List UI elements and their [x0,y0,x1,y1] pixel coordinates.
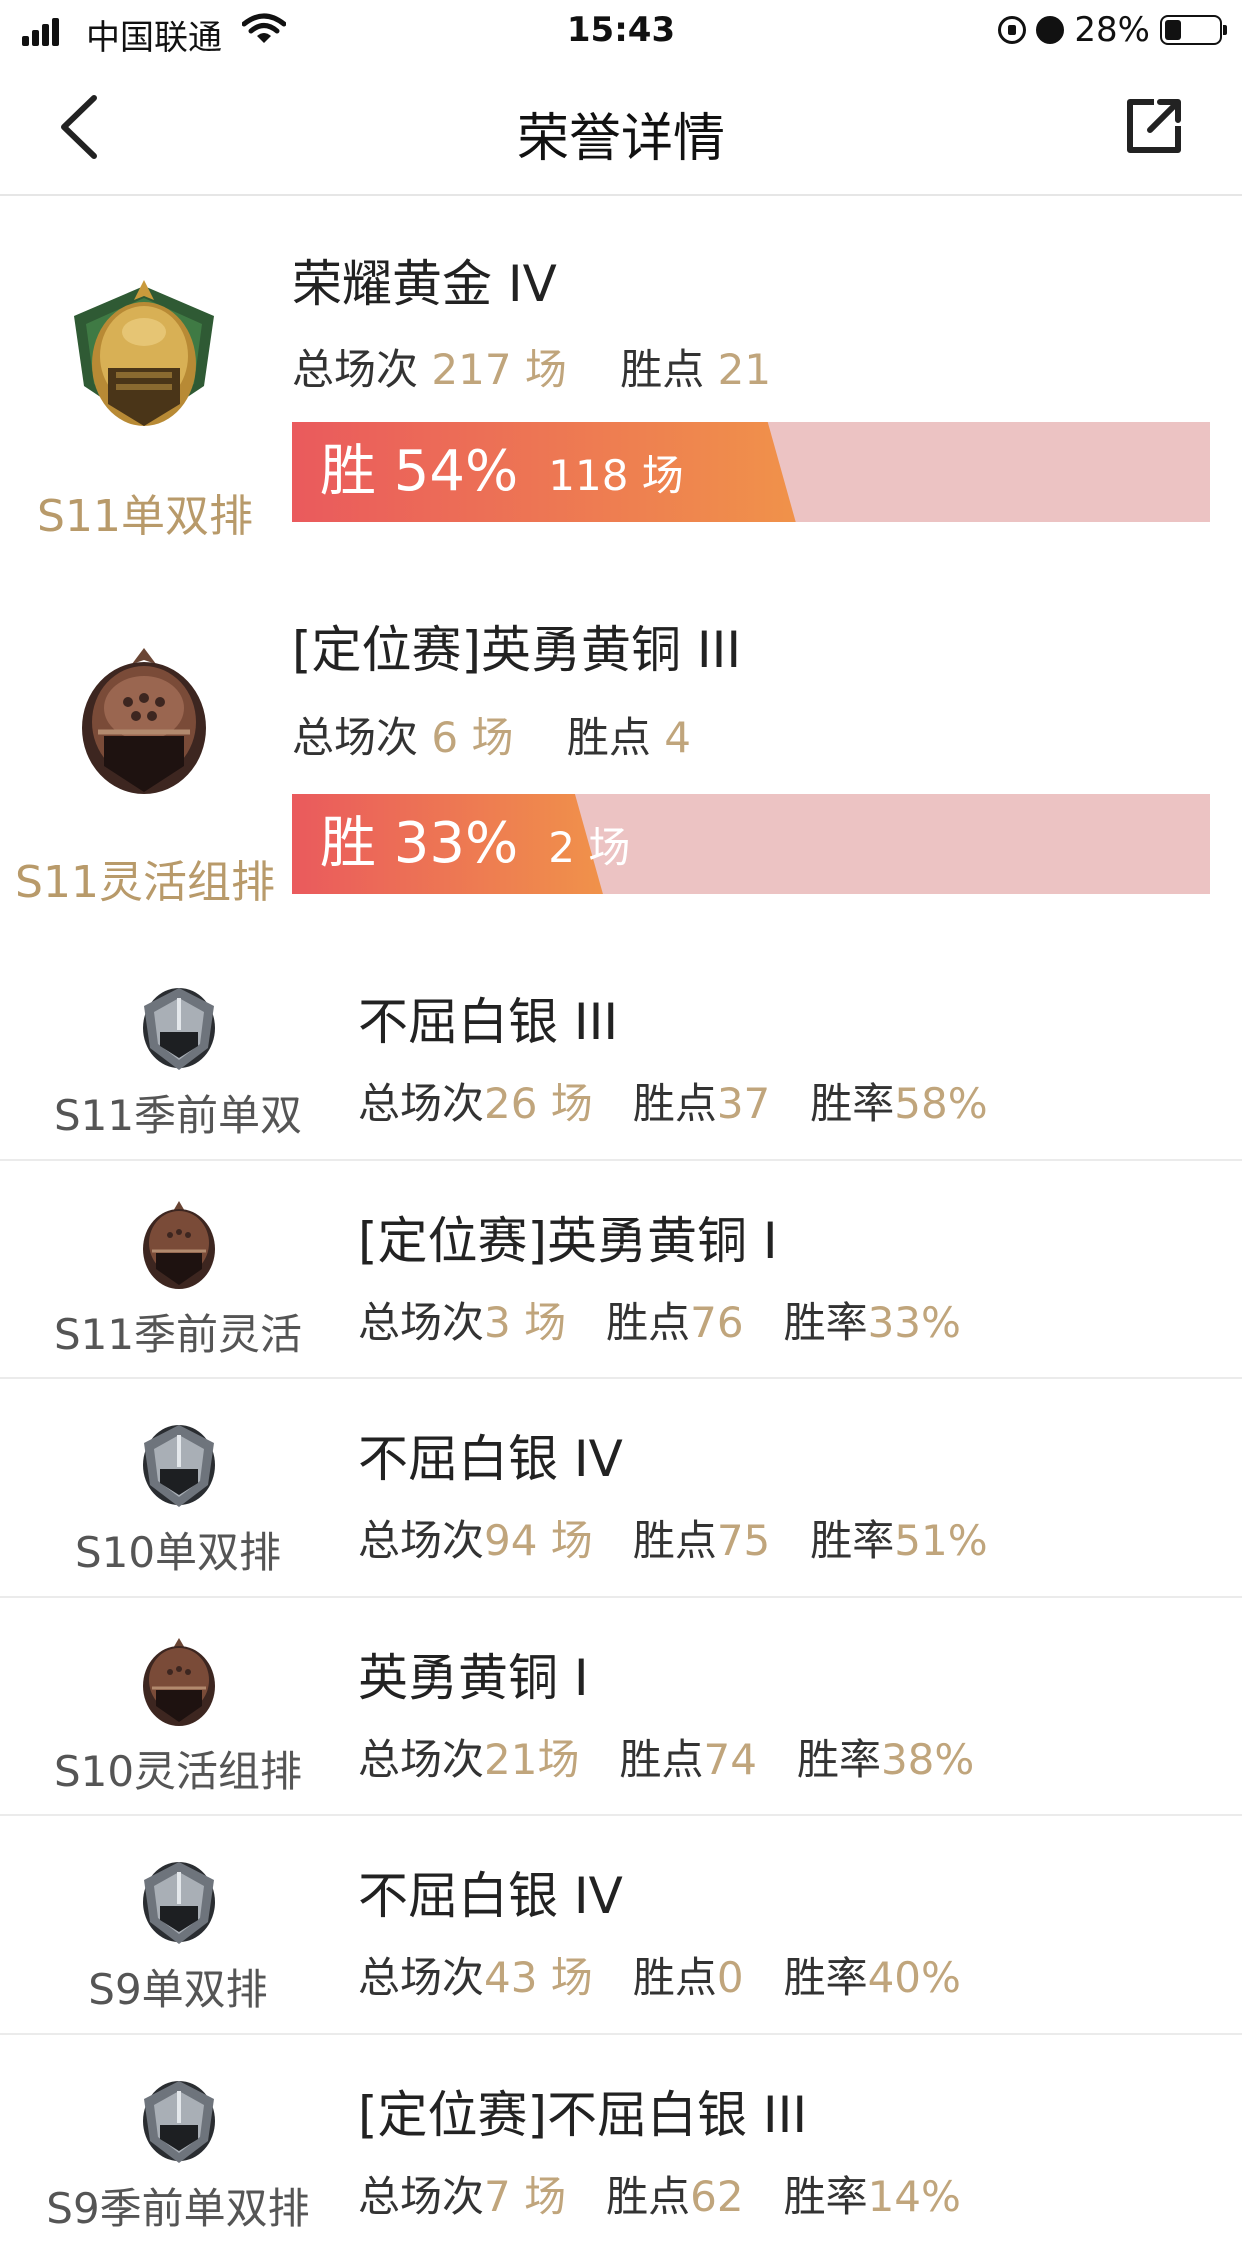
points-label: 胜点 [633,1079,717,1128]
rank-stats: 总场次26 场胜点37 胜率58% [358,1070,988,1131]
rate-label: 胜率 [784,2172,868,2221]
points-label: 胜点 [606,1298,690,1347]
silver-helmet-icon [136,978,222,1074]
total-label: 总场次 [358,1735,484,1784]
rank-stats: 总场次7 场胜点62 胜率14% [358,2163,961,2224]
total-label: 总场次 [358,1298,484,1347]
total-value: 6 场 [431,713,513,762]
rank-stats: 总场次 6 场 胜点 4 [292,704,691,765]
points-value: 76 [690,1298,743,1347]
total-value: 43 场 [484,1953,593,2002]
rate-value: 40% [868,1953,961,2002]
featured-rank-card[interactable]: S11单双排 荣耀黄金 IV 总场次 217 场 胜点 21 胜 54% 118 … [0,196,1242,566]
rank-history-row[interactable]: S10灵活组排英勇黄铜 I 总场次21场胜点74 胜率38% [0,1598,1242,1817]
silver-helmet-icon [136,2071,222,2167]
points-label: 胜点 [633,1516,717,1565]
rank-stats: 总场次43 场胜点0 胜率40% [358,1944,961,2005]
page-title: 荣誉详情 [0,96,1242,171]
points-value: 62 [690,2172,743,2221]
points-value: 21 [718,345,771,394]
total-value: 7 场 [484,2172,566,2221]
rate-value: 58% [894,1079,987,1128]
rate-value: 38% [881,1735,974,1784]
nav-bar: 荣誉详情 [0,62,1242,196]
rate-label: 胜率 [810,1516,894,1565]
points-label: 胜点 [633,1953,717,2002]
total-value: 3 场 [484,1298,566,1347]
points-label: 胜点 [606,2172,690,2221]
rate-value: 51% [894,1516,987,1565]
season-label: S9季前单双排 [0,2175,356,2236]
rank-stats: 总场次 217 场 胜点 21 [292,336,771,397]
win-count: 2 场 [548,823,630,872]
gold-helmet-icon [64,276,224,436]
rank-stats: 总场次3 场胜点76 胜率33% [358,1289,961,1350]
bronze-helmet-icon [136,1634,222,1730]
points-value: 4 [664,713,691,762]
total-label: 总场次 [358,1953,484,2002]
win-percent: 胜 33% [320,811,518,876]
season-label: S9单双排 [0,1956,356,2017]
total-label: 总场次 [358,2172,484,2221]
points-label: 胜点 [567,713,651,762]
rank-name: 不屈白银 IV [358,1856,623,1928]
season-label: S11单双排 [0,480,290,544]
points-value: 75 [717,1516,770,1565]
orientation-lock-icon [998,16,1026,44]
points-label: 胜点 [620,345,704,394]
season-label: S11季前单双 [0,1082,356,1143]
total-label: 总场次 [292,345,418,394]
total-value: 26 场 [484,1079,593,1128]
rate-label: 胜率 [784,1953,868,2002]
win-count: 118 场 [548,451,684,500]
total-value: 21场 [484,1735,579,1784]
win-rate-bar: 胜 54% 118 场 [292,422,1210,522]
season-label: S11灵活组排 [0,846,290,910]
rank-name: 不屈白银 III [358,982,618,1054]
rank-name: [定位赛]不屈白银 III [358,2075,807,2147]
points-value: 37 [717,1079,770,1128]
rate-value: 33% [868,1298,961,1347]
status-bar: 中国联通 15:43 28% [0,0,1242,62]
rank-history-row[interactable]: S10单双排不屈白银 IV 总场次94 场胜点75 胜率51% [0,1379,1242,1598]
rate-label: 胜率 [784,1298,868,1347]
silver-helmet-icon [136,1415,222,1511]
rank-name: [定位赛]英勇黄铜 I [358,1201,778,1273]
win-rate-bar: 胜 33% 2 场 [292,794,1210,894]
rate-label: 胜率 [810,1079,894,1128]
season-label: S10单双排 [0,1519,356,1580]
total-value: 94 场 [484,1516,593,1565]
rank-history-row[interactable]: S11季前单双不屈白银 III 总场次26 场胜点37 胜率58% [0,942,1242,1161]
bronze-helmet-icon [64,642,224,802]
featured-rank-card[interactable]: S11灵活组排 [定位赛]英勇黄铜 III 总场次 6 场 胜点 4 胜 33%… [0,566,1242,942]
total-label: 总场次 [358,1516,484,1565]
rank-stats: 总场次94 场胜点75 胜率51% [358,1507,988,1568]
win-percent: 胜 54% [320,439,518,504]
rank-name: 荣耀黄金 IV [292,244,557,316]
points-value: 0 [717,1953,744,2002]
battery-icon [1160,15,1222,45]
total-value: 217 场 [431,345,567,394]
season-label: S11季前灵活 [0,1301,356,1362]
battery-percent: 28% [1074,10,1150,50]
silver-helmet-icon [136,1852,222,1948]
rank-history-row[interactable]: S9单双排不屈白银 IV 总场次43 场胜点0 胜率40% [0,1816,1242,2035]
rank-name: 英勇黄铜 I [358,1638,589,1710]
total-label: 总场次 [358,1079,484,1128]
share-external-icon[interactable] [1124,96,1184,156]
rank-history-row[interactable]: S11季前灵活[定位赛]英勇黄铜 I 总场次3 场胜点76 胜率33% [0,1161,1242,1380]
rank-history-row[interactable]: S9季前单双排[定位赛]不屈白银 III 总场次7 场胜点62 胜率14% [0,2035,1242,2253]
rate-label: 胜率 [797,1735,881,1784]
points-label: 胜点 [619,1735,703,1784]
season-label: S10灵活组排 [0,1738,356,1799]
total-label: 总场次 [292,713,418,762]
alarm-icon [1036,16,1064,44]
points-value: 74 [703,1735,756,1784]
rank-stats: 总场次21场胜点74 胜率38% [358,1726,974,1787]
bronze-helmet-icon [136,1197,222,1293]
rate-value: 14% [868,2172,961,2221]
rank-name: [定位赛]英勇黄铜 III [292,610,741,682]
rank-name: 不屈白银 IV [358,1419,623,1491]
